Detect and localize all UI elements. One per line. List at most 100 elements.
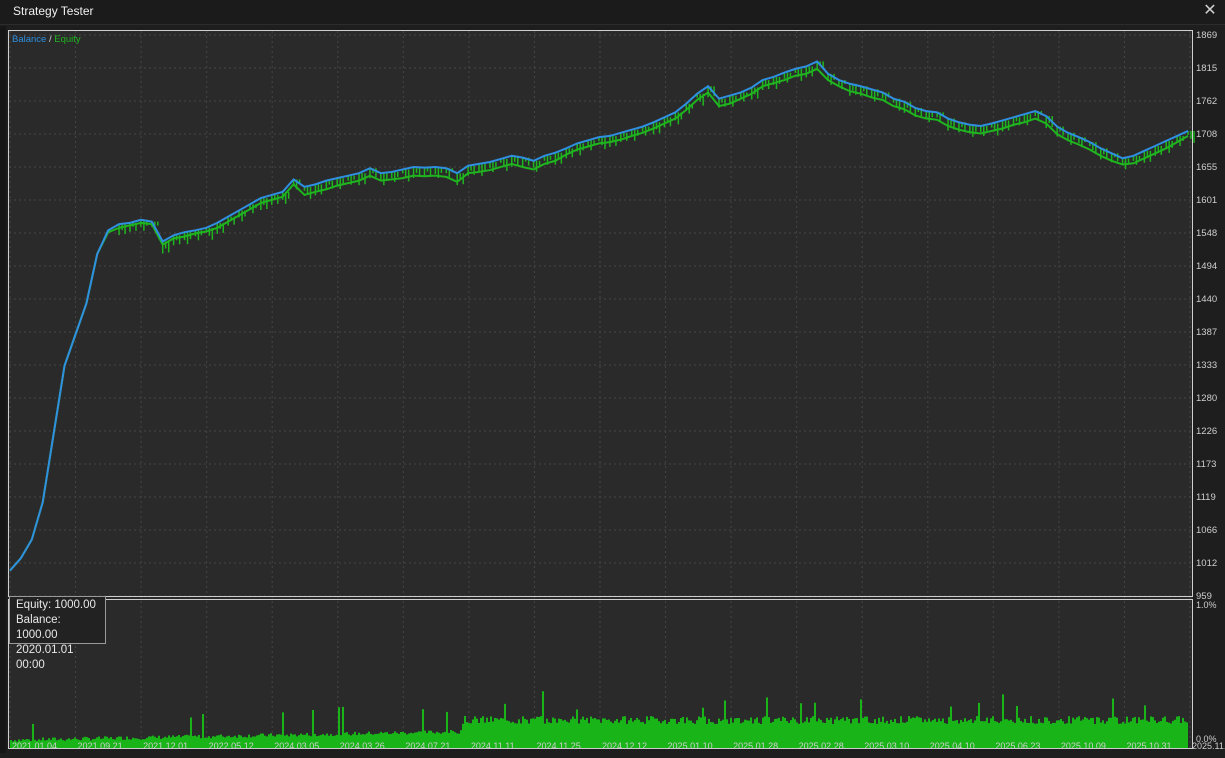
drawdown-bar (516, 723, 518, 748)
drawdown-bar (916, 716, 918, 748)
x-tick-label: 2025.04.10 (930, 741, 975, 751)
x-tick-label: 2024.11.25 (536, 741, 580, 751)
drawdown-bar (650, 716, 652, 748)
drawdown-bar (914, 717, 916, 748)
window-title: Strategy Tester (13, 4, 94, 18)
drawdown-bar (782, 716, 784, 748)
y-tick-label: 1815 (1196, 63, 1217, 74)
legend: Balance / Equity (12, 34, 81, 45)
drawdown-bar (188, 735, 190, 748)
drawdown-bar (726, 719, 728, 748)
drawdown-bar (584, 719, 586, 748)
drawdown-bar (530, 718, 532, 748)
drawdown-bar (466, 722, 468, 748)
drawdown-bar (788, 722, 790, 748)
drawdown-bar (850, 723, 852, 748)
drawdown-bar (990, 718, 992, 748)
drawdown-bar (722, 719, 724, 748)
drawdown-bar (330, 734, 332, 748)
drawdown-bar (652, 716, 654, 748)
drawdown-bar (324, 735, 326, 748)
y-tick-label: 1226 (1196, 426, 1217, 437)
lower-y-tick-label: 0.0% (1196, 734, 1217, 744)
drawdown-bar (588, 723, 590, 748)
drawdown-bar (794, 719, 796, 748)
drawdown-bar (662, 721, 664, 748)
drawdown-bar (190, 717, 192, 748)
drawdown-bar (648, 720, 650, 748)
drawdown-bar (138, 739, 140, 748)
drawdown-bar (582, 716, 584, 748)
y-tick-label: 1440 (1196, 294, 1217, 305)
drawdown-bar (462, 723, 464, 748)
drawdown-bar (718, 718, 720, 748)
drawdown-bar (468, 723, 470, 748)
close-icon[interactable]: ✕ (1201, 2, 1219, 20)
x-tick-label: 2024.11.11 (471, 741, 515, 751)
drawdown-bar (200, 738, 202, 748)
legend-balance: Balance (12, 34, 46, 45)
drawdown-bar (402, 731, 404, 748)
drawdown-bar (1042, 723, 1044, 748)
y-tick-label: 1280 (1196, 393, 1217, 404)
drawdown-bar (132, 737, 134, 748)
drawdown-bar (1058, 720, 1060, 748)
drawdown-bar (784, 717, 786, 748)
drawdown-bar (1050, 723, 1052, 748)
drawdown-bar (266, 736, 268, 748)
drawdown-bar (196, 736, 198, 748)
drawdown-bar (860, 699, 862, 748)
drawdown-bar (1114, 716, 1116, 748)
drawdown-bar (202, 714, 204, 748)
drawdown-bar (322, 734, 324, 748)
drawdown-bar (126, 736, 128, 748)
drawdown-bar (728, 723, 730, 748)
drawdown-bar (724, 700, 726, 748)
drawdown-bar (258, 734, 260, 748)
drawdown-bar (192, 736, 194, 748)
balance-equity-chart[interactable]: 1869 1815 1762 1708 1655 1601 1548 1494 1440 1387… (0, 26, 1225, 753)
drawdown-bar (1108, 717, 1110, 748)
drawdown-bar (1002, 694, 1004, 748)
y-axis-ticks: 1869 1815 1762 1708 1655 1601 1548 1494 1440 1387… (1196, 30, 1217, 602)
y-tick-label: 1708 (1196, 129, 1217, 140)
drawdown-bar (464, 716, 466, 748)
x-tick-label: 2025.01.10 (668, 741, 713, 751)
legend-equity: Equity (54, 34, 81, 45)
drawdown-bar (456, 733, 458, 748)
x-tick-label: 2024.03.05 (274, 741, 319, 751)
drawdown-bar (452, 730, 454, 748)
y-tick-label: 1494 (1196, 261, 1217, 272)
drawdown-bar (1118, 723, 1120, 748)
y-tick-label: 1548 (1196, 228, 1217, 239)
drawdown-bar (194, 735, 196, 748)
drawdown-bar (1172, 720, 1174, 748)
y-tick-label: 1762 (1196, 96, 1217, 107)
drawdown-bar (388, 733, 390, 748)
drawdown-bar (922, 722, 924, 748)
drawdown-bar (454, 732, 456, 748)
strategy-tester-chart[interactable]: 1869 1815 1762 1708 1655 1601 1548 1494 1440 1387… (0, 26, 1225, 753)
y-tick-label: 1387 (1196, 327, 1217, 338)
drawdown-bar (1048, 720, 1050, 748)
x-tick-label: 2025.10.31 (1126, 741, 1171, 751)
drawdown-bar (1178, 716, 1180, 748)
y-tick-label: 1012 (1196, 558, 1217, 569)
drawdown-bar (72, 738, 74, 748)
drawdown-bar (392, 733, 394, 748)
drawdown-bar (262, 733, 264, 748)
drawdown-bar (720, 721, 722, 748)
lower-y-tick-label: 1.0% (1196, 600, 1217, 610)
drawdown-bar (140, 739, 142, 748)
drawdown-bar (1106, 721, 1108, 748)
drawdown-bar (1116, 717, 1118, 748)
drawdown-bar (320, 735, 322, 748)
drawdown-bar (1056, 720, 1058, 748)
tooltip-time: 2020.01.01 00:00 (16, 644, 74, 671)
drawdown-bar (386, 732, 388, 748)
drawdown-bar (58, 739, 60, 748)
drawdown-bar (1184, 721, 1186, 748)
drawdown-bar (332, 736, 334, 748)
drawdown-bar (336, 734, 338, 748)
y-tick-label: 1066 (1196, 525, 1217, 536)
